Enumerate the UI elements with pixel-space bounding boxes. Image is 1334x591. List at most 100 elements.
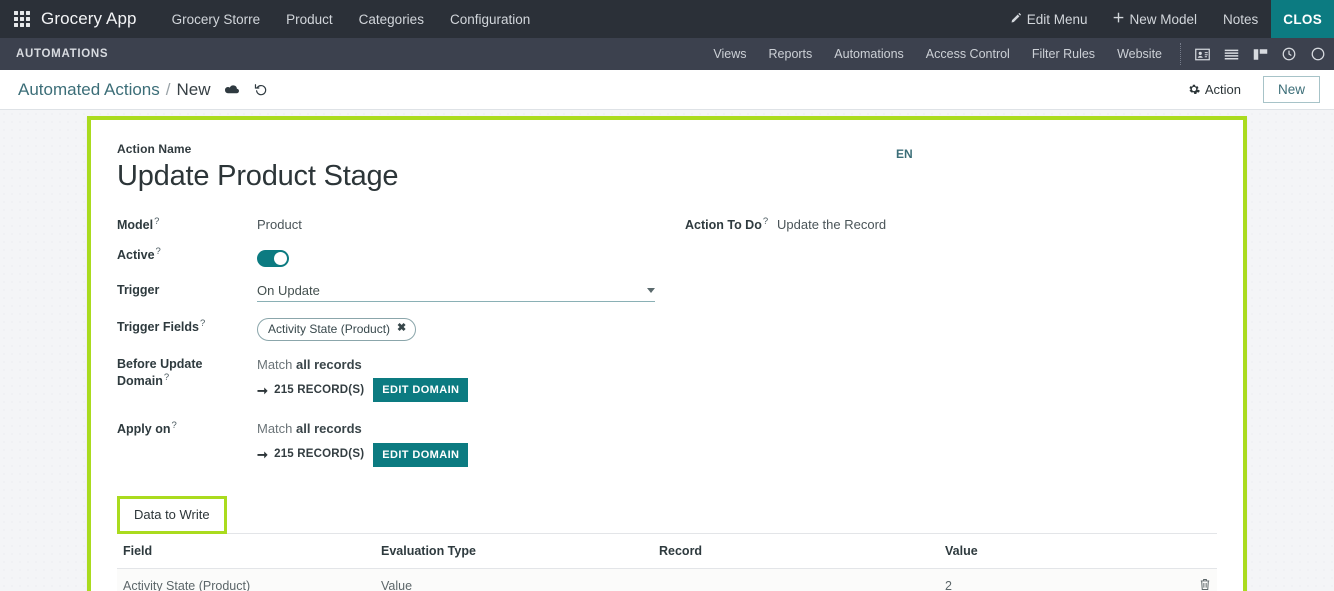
table-row[interactable]: Activity State (Product) Value 2 xyxy=(117,568,1217,591)
trigger-fields-label: Trigger Fields? xyxy=(117,314,257,335)
menu-item-categories[interactable]: Categories xyxy=(346,3,437,36)
new-record-button[interactable]: New xyxy=(1262,76,1320,103)
action-button[interactable]: Action xyxy=(1176,76,1253,103)
language-badge[interactable]: EN xyxy=(896,147,913,161)
arrow-right-icon: ➞ xyxy=(257,447,269,463)
menu-item-grocery-storre[interactable]: Grocery Storre xyxy=(159,3,274,36)
apply-on-label-text: Apply on xyxy=(117,422,171,437)
plus-icon xyxy=(1113,12,1124,26)
edit-domain-button-apply-on[interactable]: EDIT DOMAIN xyxy=(373,442,469,467)
model-label-text: Model xyxy=(117,218,154,233)
subbar-item-automations[interactable]: Automations xyxy=(823,40,914,68)
tab-data-to-write[interactable]: Data to Write xyxy=(117,495,227,534)
action-name-value[interactable]: Update Product Stage xyxy=(117,158,1217,194)
gear-icon xyxy=(1188,83,1200,97)
clock-icon[interactable] xyxy=(1275,39,1303,69)
column-header-value[interactable]: Value xyxy=(939,533,1187,569)
match-strong[interactable]: all records xyxy=(296,357,362,372)
model-help-icon[interactable]: ? xyxy=(154,216,159,227)
apply-on-label: Apply on? xyxy=(117,416,257,437)
data-to-write-table: Field Evaluation Type Record Value Activ… xyxy=(117,533,1217,591)
cell-record[interactable] xyxy=(653,568,939,591)
subbar-item-reports[interactable]: Reports xyxy=(758,40,824,68)
cell-evaluation-type[interactable]: Value xyxy=(375,568,653,591)
edit-menu-button[interactable]: Edit Menu xyxy=(998,3,1101,36)
trigger-fields-label-text: Trigger Fields xyxy=(117,319,199,334)
apply-on-actions: ➞ 215 RECORD(S) EDIT DOMAIN xyxy=(257,442,683,467)
active-label: Active? xyxy=(117,242,257,263)
table-body: Activity State (Product) Value 2 xyxy=(117,568,1217,591)
action-to-do-help-icon[interactable]: ? xyxy=(763,216,768,227)
field-row-model: Model? Product xyxy=(117,212,683,240)
before-update-domain-help-icon[interactable]: ? xyxy=(164,372,169,383)
menu-item-product[interactable]: Product xyxy=(273,3,346,36)
field-row-before-update-domain: Before Update Domain? Match all records xyxy=(117,352,683,403)
trash-icon[interactable] xyxy=(1199,578,1211,591)
subbar-item-website[interactable]: Website xyxy=(1106,40,1173,68)
trigger-label: Trigger xyxy=(117,278,257,298)
edit-domain-button-before-update[interactable]: EDIT DOMAIN xyxy=(373,378,469,403)
action-to-do-label-text: Action To Do xyxy=(685,218,762,233)
close-button[interactable]: CLOS xyxy=(1271,0,1334,38)
breadcrumb: Automated Actions / New xyxy=(18,80,268,100)
apply-on-record-count[interactable]: ➞ 215 RECORD(S) xyxy=(257,446,364,464)
action-name-label: Action Name xyxy=(117,142,192,156)
close-icon[interactable]: ✖ xyxy=(397,321,406,336)
active-value xyxy=(257,242,683,272)
apply-on-record-count-label: 215 RECORD(S) xyxy=(274,448,365,461)
notes-button[interactable]: Notes xyxy=(1210,3,1271,36)
column-header-record[interactable]: Record xyxy=(653,533,939,569)
breadcrumb-separator: / xyxy=(165,79,171,99)
subbar-icon-group xyxy=(1188,39,1334,69)
kanban-view-icon[interactable] xyxy=(1246,39,1274,69)
field-row-action-to-do: Action To Do? Update the Record xyxy=(685,212,1217,240)
subbar-item-access-control[interactable]: Access Control xyxy=(915,40,1021,68)
contact-card-icon[interactable] xyxy=(1188,39,1216,69)
model-subbar: AUTOMATIONS Views Reports Automations Ac… xyxy=(0,38,1334,70)
before-update-domain-match: Match all records xyxy=(257,356,683,374)
trigger-value: On Update xyxy=(257,278,683,303)
subbar-item-filter-rules[interactable]: Filter Rules xyxy=(1021,40,1106,68)
toggle-knob xyxy=(274,252,287,266)
brand-title[interactable]: Grocery App xyxy=(41,9,137,29)
edit-menu-label: Edit Menu xyxy=(1026,11,1088,27)
model-value[interactable]: Product xyxy=(257,212,683,234)
apply-on-match-strong[interactable]: all records xyxy=(296,421,362,436)
column-header-actions xyxy=(1187,533,1217,569)
partial-icon[interactable] xyxy=(1304,39,1332,69)
breadcrumb-actions xyxy=(224,83,268,96)
new-model-label: New Model xyxy=(1129,11,1198,27)
tag-activity-state[interactable]: Activity State (Product) ✖ xyxy=(257,317,417,341)
action-to-do-value[interactable]: Update the Record xyxy=(777,212,1217,234)
active-help-icon[interactable]: ? xyxy=(156,246,161,257)
field-row-trigger-fields: Trigger Fields? Activity State (Product)… xyxy=(117,314,683,342)
subbar-item-views[interactable]: Views xyxy=(702,40,757,68)
list-view-icon[interactable] xyxy=(1217,39,1245,69)
field-row-apply-on: Apply on? Match all records ➞ 215 RECORD… xyxy=(117,416,683,467)
cell-value[interactable]: 2 xyxy=(939,568,1187,591)
arrow-right-icon: ➞ xyxy=(257,382,269,398)
subbar-divider xyxy=(1180,43,1181,65)
before-update-domain-label-text: Before Update Domain xyxy=(117,356,203,389)
subbar-title: AUTOMATIONS xyxy=(16,48,109,60)
cell-delete xyxy=(1187,568,1217,591)
column-header-evaluation-type[interactable]: Evaluation Type xyxy=(375,533,653,569)
apps-grid-icon[interactable] xyxy=(14,11,30,27)
cloud-save-icon[interactable] xyxy=(224,84,240,96)
breadcrumb-parent[interactable]: Automated Actions xyxy=(18,80,160,100)
menu-item-configuration[interactable]: Configuration xyxy=(437,3,543,36)
apply-on-value: Match all records ➞ 215 RECORD(S) EDIT D… xyxy=(257,416,683,467)
new-model-button[interactable]: New Model xyxy=(1100,3,1210,36)
match-prefix: Match xyxy=(257,356,293,372)
field-row-active: Active? xyxy=(117,242,683,272)
cell-field[interactable]: Activity State (Product) xyxy=(117,568,375,591)
undo-discard-icon[interactable] xyxy=(254,83,268,96)
trigger-fields-value[interactable]: Activity State (Product) ✖ xyxy=(257,314,683,341)
form-column-right: Action To Do? Update the Record xyxy=(683,212,1217,469)
apply-on-help-icon[interactable]: ? xyxy=(171,420,176,431)
trigger-select[interactable]: On Update xyxy=(257,282,655,303)
before-update-record-count[interactable]: ➞ 215 RECORD(S) xyxy=(257,382,364,400)
active-toggle[interactable] xyxy=(257,250,289,268)
trigger-fields-help-icon[interactable]: ? xyxy=(200,318,205,329)
column-header-field[interactable]: Field xyxy=(117,533,375,569)
